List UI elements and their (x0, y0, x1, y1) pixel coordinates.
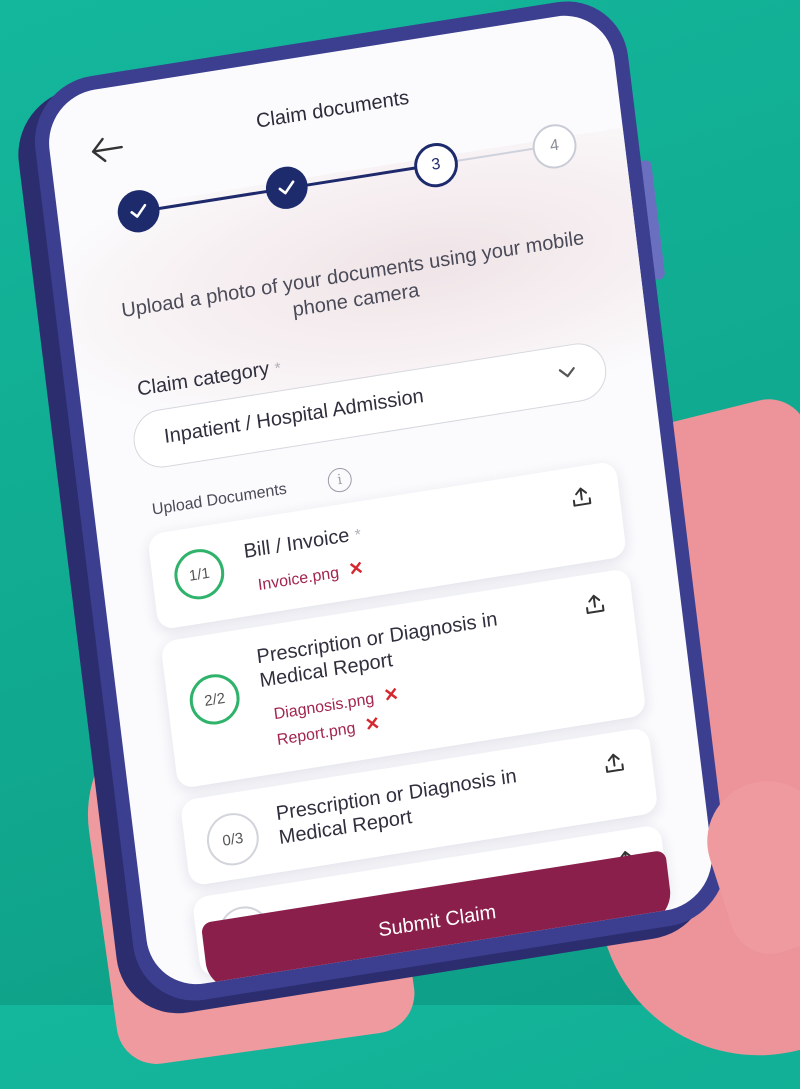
remove-file-icon[interactable]: ✕ (383, 684, 400, 706)
info-icon[interactable]: i (326, 466, 354, 494)
remove-file-icon[interactable]: ✕ (347, 558, 364, 580)
document-title: Prescription or Diagnosis in Medical Rep… (255, 608, 499, 693)
step-1 (115, 187, 162, 236)
file-name: Report.png (276, 719, 357, 750)
document-title-text: Bill / Invoice (242, 524, 351, 563)
check-icon (278, 180, 295, 195)
chevron-down-icon (558, 367, 575, 378)
upload-documents-label: Upload Documents (151, 480, 288, 519)
check-icon (130, 203, 147, 218)
file-name: Invoice.png (257, 564, 340, 595)
remove-file-icon[interactable]: ✕ (364, 713, 381, 735)
step-2 (263, 163, 311, 212)
phone: Claim documents 3 4 Upload a photo of yo… (27, 0, 734, 1010)
step-3: 3 (411, 139, 461, 191)
uploaded-file: Invoice.png ✕ (257, 558, 365, 596)
upload-icon[interactable] (601, 749, 628, 777)
upload-icon[interactable] (581, 590, 608, 618)
uploaded-file: Diagnosis.png ✕ (273, 684, 401, 725)
upload-count-badge: 0/3 (203, 809, 262, 870)
document-title: Bill / Invoice * (242, 492, 551, 566)
upload-icon[interactable] (568, 483, 595, 511)
upload-count-badge: 2/2 (186, 670, 243, 729)
required-mark: * (353, 526, 363, 545)
upload-count-badge: 1/1 (171, 545, 228, 603)
scene: Claim documents 3 4 Upload a photo of yo… (0, 0, 800, 1089)
phone-screen: Claim documents 3 4 Upload a photo of yo… (43, 8, 718, 992)
document-title: Prescription or Diagnosis in Medical Rep… (274, 765, 518, 849)
